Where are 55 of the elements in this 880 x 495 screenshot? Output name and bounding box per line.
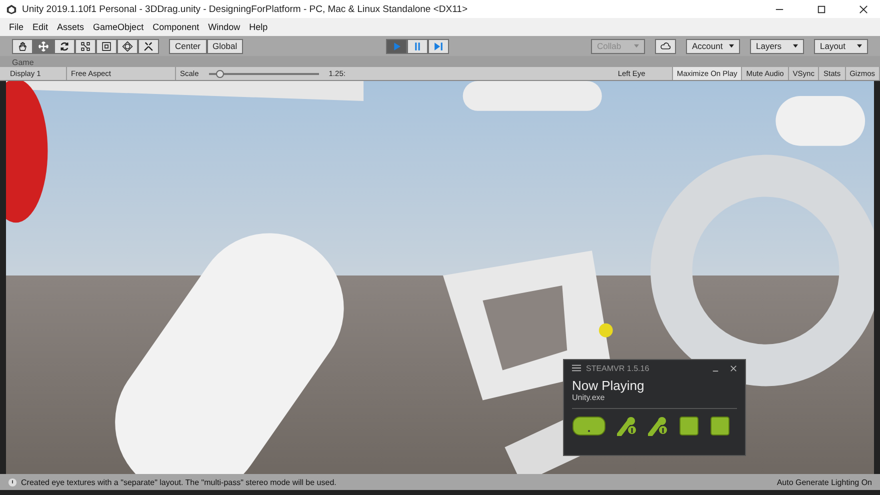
steamvr-title: STEAMVR 1.5.16 (586, 364, 650, 372)
lighting-status: Auto Generate Lighting On (776, 478, 872, 486)
move-icon (38, 40, 49, 52)
scale-icon (80, 40, 91, 52)
game-tab[interactable]: Game (12, 58, 34, 67)
controller-icon[interactable] (648, 416, 668, 436)
pivot-global-button[interactable]: Global (206, 38, 244, 54)
caret-icon (634, 44, 639, 48)
info-icon (8, 478, 17, 486)
cloud-icon (660, 40, 671, 52)
pivot-center-button[interactable]: Center (169, 38, 207, 54)
menu-item[interactable]: Assets (57, 22, 84, 32)
rotate-icon (59, 40, 70, 52)
menu-icon[interactable] (572, 364, 581, 372)
caret-icon (857, 44, 862, 48)
menu-item[interactable]: Edit (32, 22, 48, 32)
caret-icon (729, 44, 734, 48)
unity-logo-icon (6, 4, 17, 14)
layers-dropdown[interactable]: Layers (750, 38, 804, 54)
headset-icon[interactable] (572, 416, 606, 436)
rotate-tool-button[interactable] (54, 38, 75, 54)
maximize-icon[interactable] (817, 4, 826, 14)
status-message: Created eye textures with a "separate" layout. The "multi-pass" stereo mode will be used. (21, 478, 336, 486)
rect-icon (101, 40, 112, 52)
menu-item[interactable]: File (9, 22, 24, 32)
app-name: Unity.exe (572, 393, 606, 402)
base-station-icon[interactable] (679, 416, 699, 436)
account-dropdown[interactable]: Account (686, 38, 740, 54)
window-title: Unity 2019.1.10f1 Personal - 3DDrag.unity - DesigningForPlatform - PC, Mac & Linux Standalone <DX11> (22, 4, 468, 14)
now-playing-heading: Now Playing (572, 378, 646, 393)
scale-tool-button[interactable] (75, 38, 96, 54)
close-icon[interactable] (730, 364, 737, 372)
caret-icon (793, 44, 798, 48)
menu-item[interactable]: Window (208, 22, 240, 32)
hand-icon (17, 40, 28, 52)
custom-tool-button[interactable] (138, 38, 159, 54)
layout-dropdown[interactable]: Layout (814, 38, 868, 54)
transform-tool-button[interactable] (117, 38, 138, 54)
close-icon[interactable] (859, 4, 868, 14)
move-tool-button[interactable] (33, 38, 54, 54)
menu-item[interactable]: Help (249, 22, 268, 32)
custom-icon (143, 40, 154, 52)
rect-tool-button[interactable] (96, 38, 117, 54)
menu-item[interactable]: GameObject (93, 22, 144, 32)
cloud-button[interactable] (655, 38, 676, 54)
step-button[interactable] (428, 38, 449, 54)
base-station-icon[interactable] (710, 416, 730, 436)
hand-tool-button[interactable] (12, 38, 33, 54)
step-icon (432, 40, 444, 52)
controller-icon[interactable] (617, 416, 637, 436)
menu-item[interactable]: Component (152, 22, 200, 32)
slider-thumb[interactable] (216, 70, 224, 78)
transform-icon (122, 40, 133, 52)
play-button[interactable] (386, 38, 407, 54)
pause-button[interactable] (406, 38, 428, 54)
